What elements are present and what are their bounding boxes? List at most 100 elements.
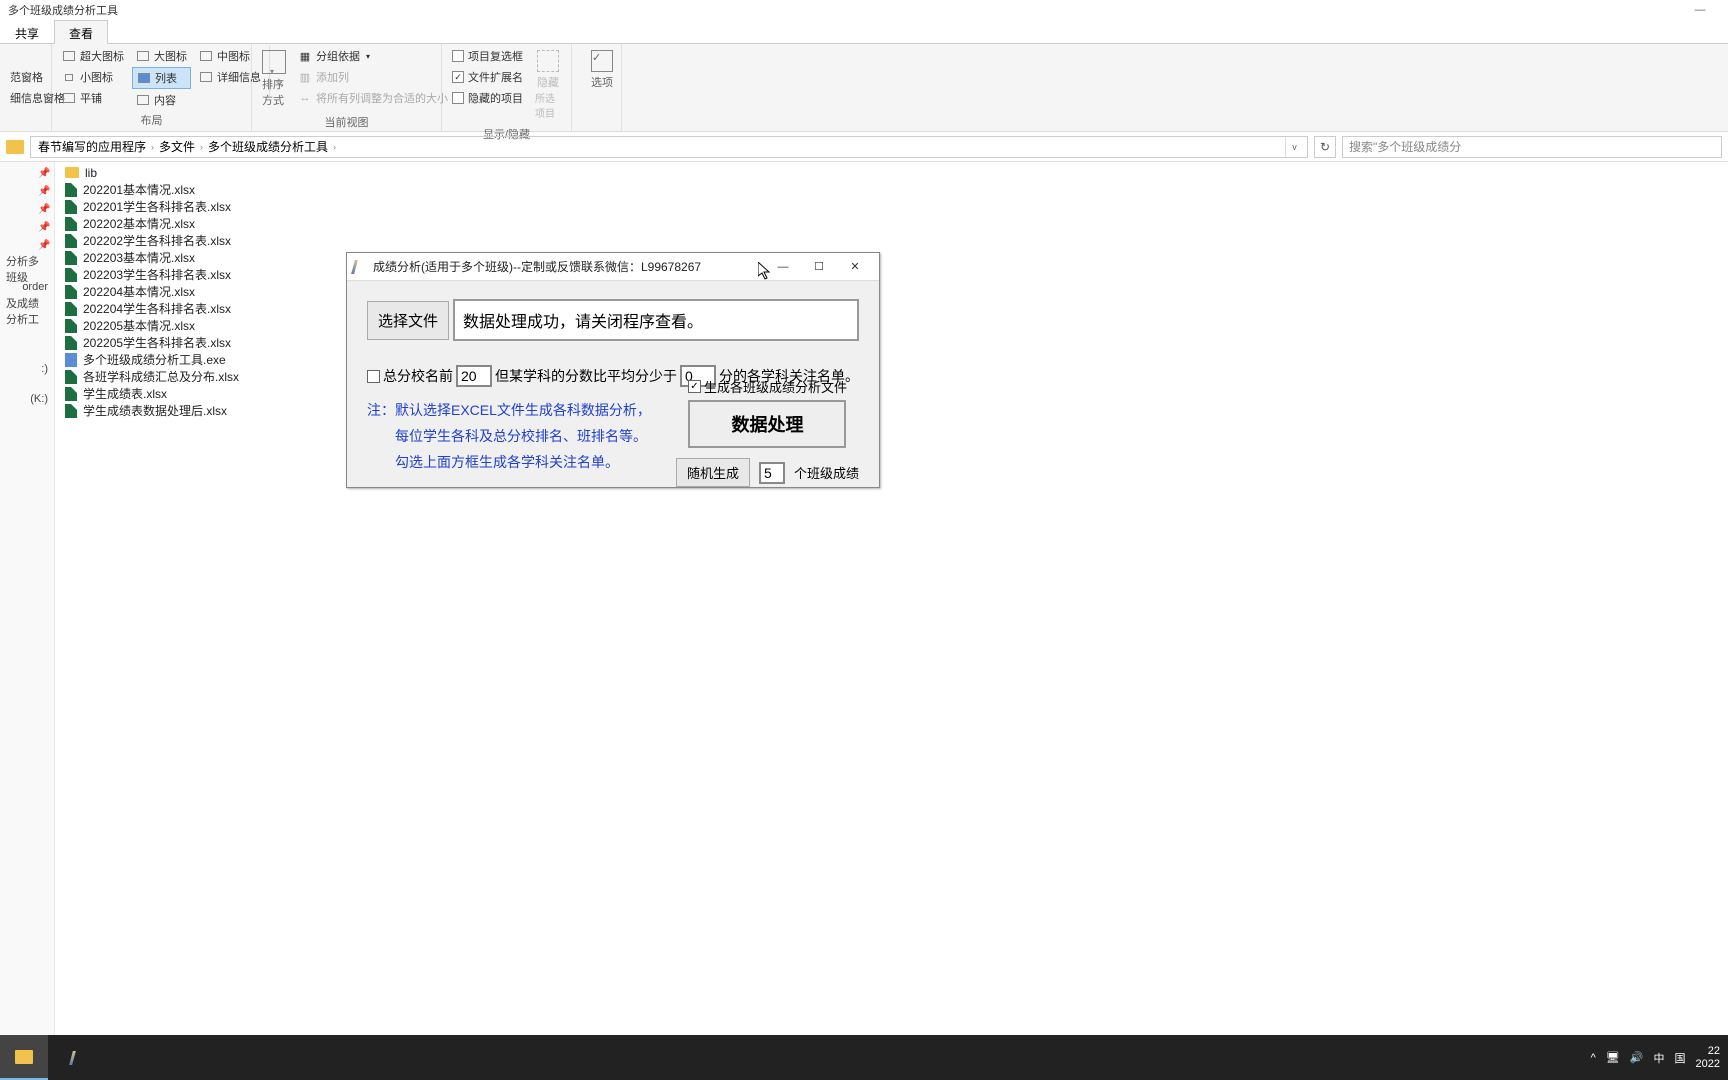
process-button[interactable]: 数据处理 [688,400,846,448]
taskbar[interactable]: ^ 🖥 🔊 中 国 22 2022 [0,1035,1728,1080]
gen-files-label: 生成各班级成绩分析文件 [704,377,847,396]
explorer-window: 多个班级成绩分析工具 — 共享 查看 范窗格 细信息窗格 超大图标 小图标 平铺… [0,0,1728,1035]
tray-chevron-icon[interactable]: ^ [1591,1052,1596,1064]
nav-item[interactable]: :) [0,360,54,378]
tk-feather-icon [353,260,367,274]
random-tail-label: 个班级成绩 [794,463,859,482]
xlsx-icon [65,200,77,214]
tab-share[interactable]: 共享 [0,20,54,43]
view-l-icons[interactable]: 大图标 [132,46,191,66]
view-tiles[interactable]: 平铺 [58,88,128,108]
sort-by-btn[interactable]: 排序方式 [258,46,290,112]
pin-icon: 📌 [38,204,48,214]
breadcrumb-seg-2[interactable]: 多文件 [156,138,198,155]
breadcrumb[interactable]: 春节编写的应用程序 › 多文件 › 多个班级成绩分析工具 › v [30,136,1308,158]
file-row[interactable]: lib [63,164,1728,181]
xlsx-icon [65,387,77,401]
taskbar-explorer-btn[interactable] [0,1035,48,1080]
notes-block: 注：默认选择EXCEL文件生成各科数据分析， 每位学生各科及总分校排名、班排名等… [367,397,657,475]
breadcrumb-seg-3[interactable]: 多个班级成绩分析工具 [205,138,331,155]
pin-icon: 📌 [38,222,48,232]
chevron-right-icon[interactable]: › [331,142,338,152]
file-row[interactable]: 202205基本情况.xlsx [63,317,1728,334]
file-name: 学生成绩表数据处理后.xlsx [83,402,227,419]
chk-hidden-items[interactable]: 隐藏的项目 [448,88,527,108]
view-list[interactable]: 列表 [132,67,191,89]
file-row[interactable]: 202202学生各科排名表.xlsx [63,232,1728,249]
folder-icon [6,140,24,154]
nav-item[interactable]: 及成绩分析工 [0,302,54,320]
group-by-btn[interactable]: ▦分组依据▾ [294,46,452,66]
dialog-close-btn[interactable]: ✕ [837,253,873,281]
file-name: 202203学生各科排名表.xlsx [83,266,231,283]
file-row[interactable]: 学生成绩表.xlsx [63,385,1728,402]
chk-item-checkboxes[interactable]: 项目复选框 [448,46,527,66]
xlsx-icon [65,183,77,197]
file-row[interactable]: 202201学生各科排名表.xlsx [63,198,1728,215]
file-row[interactable]: 202202基本情况.xlsx [63,215,1728,232]
ime-indicator-2[interactable]: 国 [1675,1050,1686,1066]
file-row[interactable]: 学生成绩表数据处理后.xlsx [63,402,1728,419]
file-row[interactable]: 多个班级成绩分析工具.exe [63,351,1728,368]
dialog-maximize-btn[interactable]: ☐ [801,253,837,281]
ime-indicator[interactable]: 中 [1654,1050,1665,1066]
rank-input[interactable] [456,365,492,387]
search-input[interactable]: 搜索"多个班级成绩分 [1342,136,1722,158]
dialog-minimize-btn[interactable]: — [765,253,801,281]
gen-files-checkbox[interactable]: ✓ [688,380,701,393]
view-xl-icons[interactable]: 超大图标 [58,46,128,66]
xlsx-icon [65,319,77,333]
nav-pane[interactable]: 📌 📌 📌 📌 📌 分析多班级 order 及成绩分析工 :) (K:) [0,162,55,1035]
chevron-down-icon[interactable]: v [1285,137,1303,157]
nav-pane-btn[interactable]: 范窗格 [6,67,47,87]
file-name: 202204学生各科排名表.xlsx [83,300,231,317]
view-group-label: 当前视图 [258,112,435,132]
file-name: lib [85,166,97,180]
file-list[interactable]: lib202201基本情况.xlsx202201学生各科排名表.xlsx2022… [55,162,1728,1035]
pin-icon: 📌 [38,186,48,196]
folder-icon [65,167,79,178]
file-name: 202205基本情况.xlsx [83,317,195,334]
search-placeholder: 搜索"多个班级成绩分 [1349,138,1461,155]
chevron-right-icon[interactable]: › [198,142,205,152]
file-row[interactable]: 202204基本情况.xlsx [63,283,1728,300]
select-file-button[interactable]: 选择文件 [367,301,449,340]
system-tray[interactable]: ^ 🖥 🔊 中 国 22 2022 [1591,1045,1728,1071]
file-name: 学生成绩表.xlsx [83,385,167,402]
taskbar-app-btn[interactable] [48,1035,96,1080]
tab-view[interactable]: 查看 [54,20,108,44]
file-name: 202201学生各科排名表.xlsx [83,198,231,215]
exe-icon [65,353,77,367]
analysis-dialog: 成绩分析(适用于多个班级)--定制或反馈联系微信：L99678267 — ☐ ✕… [346,252,880,488]
rank-checkbox[interactable] [367,370,380,383]
file-row[interactable]: 各班学科成绩汇总及分布.xlsx [63,368,1728,385]
random-gen-button[interactable]: 随机生成 [676,458,750,487]
options-btn[interactable]: ✓ 选项 [578,46,626,94]
tray-volume-icon[interactable]: 🔊 [1630,1051,1644,1064]
ribbon: 范窗格 细信息窗格 超大图标 小图标 平铺 大图标 列表 内容 中图标 详细信息 [0,44,1728,132]
view-content[interactable]: 内容 [132,90,191,110]
breadcrumb-seg-1[interactable]: 春节编写的应用程序 [35,138,149,155]
clock[interactable]: 22 2022 [1696,1045,1720,1071]
xlsx-icon [65,336,77,350]
minimize-window-btn[interactable]: — [1680,4,1720,16]
view-s-icons[interactable]: 小图标 [58,67,128,87]
nav-item[interactable]: 分析多班级 [0,260,54,278]
file-row[interactable]: 202204学生各科排名表.xlsx [63,300,1728,317]
dialog-titlebar[interactable]: 成绩分析(适用于多个班级)--定制或反馈联系微信：L99678267 — ☐ ✕ [347,253,879,281]
xlsx-icon [65,285,77,299]
file-row[interactable]: 202203基本情况.xlsx [63,249,1728,266]
chk-file-ext[interactable]: ✓文件扩展名 [448,67,527,87]
random-count-input[interactable] [759,462,785,484]
refresh-button[interactable]: ↻ [1314,136,1336,158]
file-row[interactable]: 202205学生各科排名表.xlsx [63,334,1728,351]
file-row[interactable]: 202201基本情况.xlsx [63,181,1728,198]
nav-item[interactable]: (K:) [0,390,54,408]
window-titlebar: 多个班级成绩分析工具 — [0,0,1728,20]
chevron-right-icon[interactable]: › [149,142,156,152]
tray-network-icon[interactable]: 🖥 [1606,1051,1620,1064]
hide-selected-btn: 隐藏 所选项目 [531,46,565,124]
file-row[interactable]: 202203学生各科排名表.xlsx [63,266,1728,283]
rank-label: 总分校名前 [383,366,453,386]
xlsx-icon [65,234,77,248]
